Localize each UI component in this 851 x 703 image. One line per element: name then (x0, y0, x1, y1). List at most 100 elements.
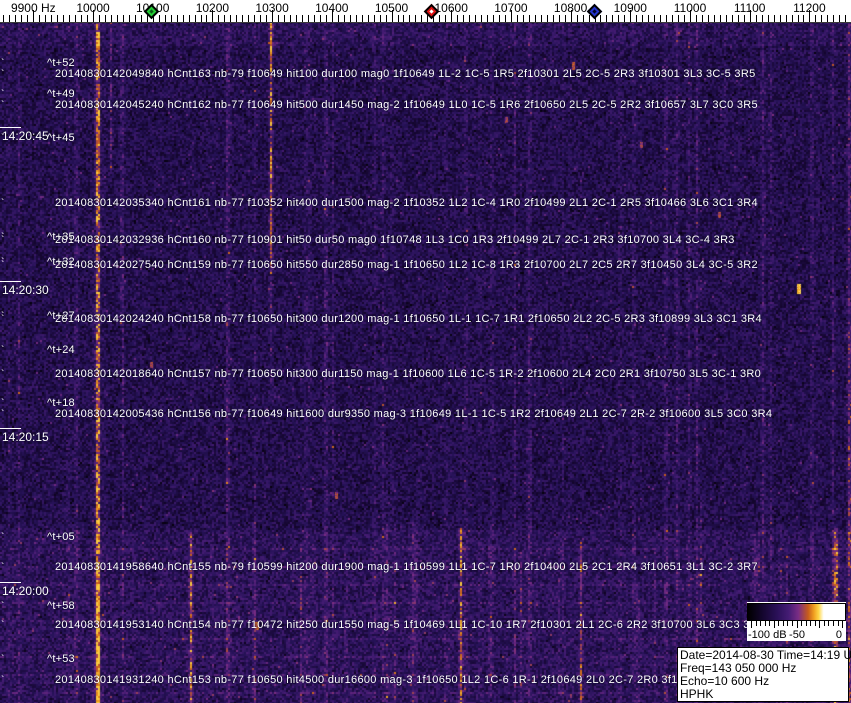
minor-tick (81, 15, 83, 22)
db-tick (823, 621, 825, 626)
minor-tick (785, 15, 787, 22)
db-tick (773, 621, 775, 628)
left-edge-mark: ` (1, 69, 5, 80)
left-edge-mark: ` (1, 260, 5, 271)
minor-tick (218, 15, 220, 22)
minor-tick (648, 15, 650, 22)
minor-tick (588, 15, 590, 22)
minor-tick (266, 15, 268, 22)
minor-tick (821, 15, 823, 22)
db-label-max: 0 (835, 629, 842, 641)
minor-tick (3, 15, 5, 22)
event-time-marker: ^t+32 (47, 256, 75, 268)
marker-blue-center-dot (591, 9, 597, 14)
left-edge-mark: ` (1, 235, 5, 246)
minor-tick (415, 15, 417, 22)
left-edge-mark: ` (1, 58, 5, 69)
left-edge-mark: ` (1, 409, 5, 420)
db-color-scale: -100 dB -50 0 (747, 602, 846, 641)
minor-tick (481, 15, 483, 22)
minor-tick (325, 15, 327, 22)
minor-tick (403, 15, 405, 22)
minor-tick (642, 15, 644, 22)
minor-tick (493, 15, 494, 22)
left-edge-mark: ` (1, 532, 5, 543)
minor-tick (230, 15, 232, 22)
detection-data-line: 20140830141931240 hCnt153 nb-77 f10650 h… (55, 674, 726, 686)
db-tick (751, 621, 752, 628)
minor-tick (164, 15, 166, 22)
minor-tick (224, 15, 226, 22)
minor-tick (743, 15, 745, 22)
minor-tick (558, 15, 560, 22)
minor-tick (791, 15, 793, 22)
minor-tick (158, 15, 160, 22)
minor-tick (110, 15, 112, 22)
minor-tick (206, 15, 208, 22)
frequency-label: 11200 (793, 1, 826, 15)
minor-tick (701, 15, 703, 22)
frequency-label: 10400 (315, 1, 349, 15)
left-edge-mark: ` (1, 601, 5, 612)
minor-tick (397, 15, 399, 22)
frequency-ruler: 9900 Hz100001010010200103001040010500106… (0, 0, 851, 23)
db-tick (842, 621, 843, 628)
minor-tick (672, 15, 674, 22)
minor-tick (301, 15, 303, 22)
db-tick (760, 621, 762, 626)
minor-tick (278, 15, 280, 22)
detection-data-line: 20140830142005436 hCnt156 nb-77 f10649 h… (55, 408, 773, 420)
minor-tick (194, 15, 196, 22)
minor-tick (75, 15, 77, 22)
minor-tick (439, 15, 441, 22)
minor-tick (248, 15, 250, 22)
minor-tick (725, 15, 727, 22)
minor-tick (385, 15, 387, 22)
marker-red-center-dot (428, 9, 434, 14)
minor-tick (63, 15, 65, 22)
minor-tick (737, 15, 739, 22)
minor-tick (606, 15, 608, 22)
minor-tick (654, 15, 656, 22)
minor-tick (552, 15, 554, 22)
db-tick (805, 621, 807, 626)
marker-green-center-dot (148, 9, 154, 14)
minor-tick (355, 15, 357, 22)
left-edge-mark: ` (1, 198, 5, 209)
minor-tick (797, 15, 799, 22)
minor-tick (528, 15, 530, 22)
minor-tick (51, 15, 53, 22)
detection-data-line: 20140830141953140 hCnt154 nb-77 f10472 h… (55, 619, 765, 631)
frequency-label: 11000 (673, 1, 707, 15)
frequency-label: 10700 (494, 1, 528, 15)
minor-tick (170, 15, 172, 22)
minor-tick (827, 15, 829, 22)
minor-tick (39, 15, 41, 22)
minor-tick (445, 15, 447, 22)
event-time-marker: ^t+35 (47, 231, 75, 243)
time-tick (0, 428, 21, 429)
minor-tick (534, 15, 536, 22)
event-time-marker: ^t+24 (47, 344, 75, 356)
db-tick (801, 621, 802, 626)
event-time-marker: ^t+49 (47, 88, 75, 100)
minor-tick (128, 15, 130, 22)
minor-tick (104, 15, 106, 22)
minor-tick (290, 15, 291, 22)
minor-tick (349, 15, 351, 22)
minor-tick (779, 15, 781, 22)
minor-tick (612, 15, 614, 22)
minor-tick (463, 15, 465, 22)
event-time-marker: ^t+05 (47, 531, 75, 543)
db-tick (819, 621, 821, 628)
db-tick (782, 621, 784, 626)
event-time-marker: ^t+18 (47, 397, 75, 409)
minor-tick (319, 15, 321, 22)
minor-tick (361, 15, 363, 22)
minor-tick (57, 15, 59, 22)
minor-tick (522, 15, 524, 22)
minor-tick (582, 15, 584, 22)
time-tick (0, 281, 21, 282)
minor-tick (624, 15, 626, 22)
minor-tick (343, 15, 345, 22)
